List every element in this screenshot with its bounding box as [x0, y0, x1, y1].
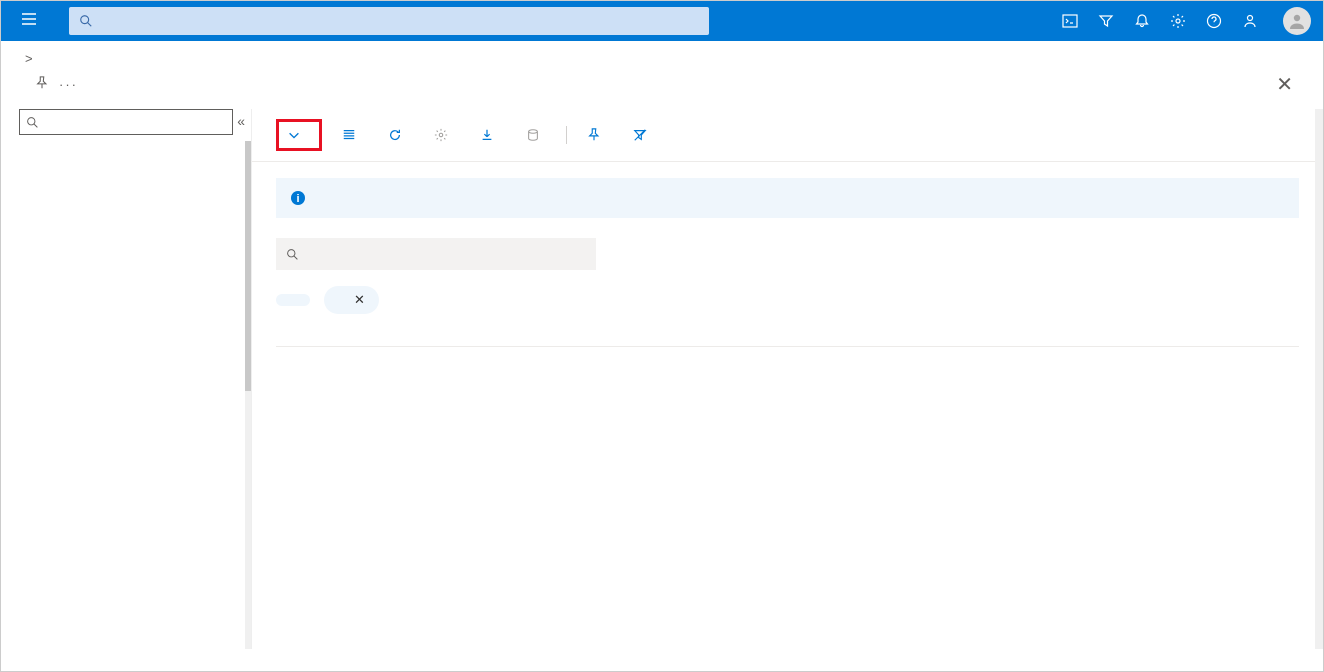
- info-icon: i: [290, 190, 306, 206]
- toolbar-divider: [566, 126, 567, 144]
- log-table: [276, 330, 1299, 347]
- pin-icon: [587, 128, 601, 142]
- close-icon[interactable]: ✕: [354, 292, 365, 308]
- table-header: [276, 330, 1299, 347]
- logs-icon: [526, 128, 540, 142]
- pill-timespan[interactable]: [276, 294, 310, 306]
- download-csv-button[interactable]: [474, 124, 506, 146]
- reset-filters-button[interactable]: [627, 124, 659, 146]
- chevron-down-icon: [287, 128, 301, 142]
- log-search[interactable]: [276, 238, 596, 270]
- directory-activity-button[interactable]: [281, 124, 313, 146]
- notifications-icon[interactable]: [1133, 12, 1151, 30]
- top-bar: [1, 1, 1323, 41]
- cloud-shell-icon[interactable]: [1061, 12, 1079, 30]
- menu-icon[interactable]: [9, 10, 49, 33]
- info-banner: i: [276, 178, 1299, 218]
- close-blade[interactable]: ✕: [1276, 72, 1303, 97]
- svg-text:i: i: [296, 193, 299, 205]
- columns-icon: [342, 128, 356, 142]
- main-scrollbar[interactable]: [1315, 109, 1323, 649]
- collapse-sidebar-icon[interactable]: «: [237, 113, 245, 129]
- feedback-icon[interactable]: [1241, 12, 1259, 30]
- diagnostics-button[interactable]: [428, 124, 460, 146]
- download-icon: [480, 128, 494, 142]
- pin-filters-button[interactable]: [581, 124, 613, 146]
- help-icon[interactable]: [1205, 12, 1223, 30]
- main-panel: i ✕: [251, 109, 1323, 649]
- page-header: ··· ✕: [1, 66, 1323, 99]
- page-subbrand: [1, 99, 1323, 109]
- refresh-button[interactable]: [382, 124, 414, 146]
- gear-icon: [434, 128, 448, 142]
- pill-tenant[interactable]: ✕: [324, 286, 379, 314]
- more-icon[interactable]: ···: [59, 77, 78, 92]
- search-icon: [26, 116, 39, 129]
- sidebar: «: [1, 109, 251, 649]
- settings-icon[interactable]: [1169, 12, 1187, 30]
- sidebar-search[interactable]: [19, 109, 233, 135]
- refresh-icon: [388, 128, 402, 142]
- logs-button[interactable]: [520, 124, 552, 146]
- filter-pills: ✕: [276, 286, 1299, 314]
- search-icon: [286, 248, 299, 261]
- search-icon: [79, 14, 93, 28]
- global-search[interactable]: [69, 7, 709, 35]
- toolbar: [252, 109, 1323, 162]
- filter-icon[interactable]: [1097, 12, 1115, 30]
- edit-columns-button[interactable]: [336, 124, 368, 146]
- topbar-icons: [1041, 12, 1279, 30]
- breadcrumb-sep: >: [25, 51, 33, 66]
- pin-icon[interactable]: [35, 76, 49, 93]
- breadcrumb: >: [1, 41, 1323, 66]
- reset-filter-icon: [633, 128, 647, 142]
- highlight-directory-activity: [276, 119, 322, 151]
- user-avatar[interactable]: [1283, 7, 1311, 35]
